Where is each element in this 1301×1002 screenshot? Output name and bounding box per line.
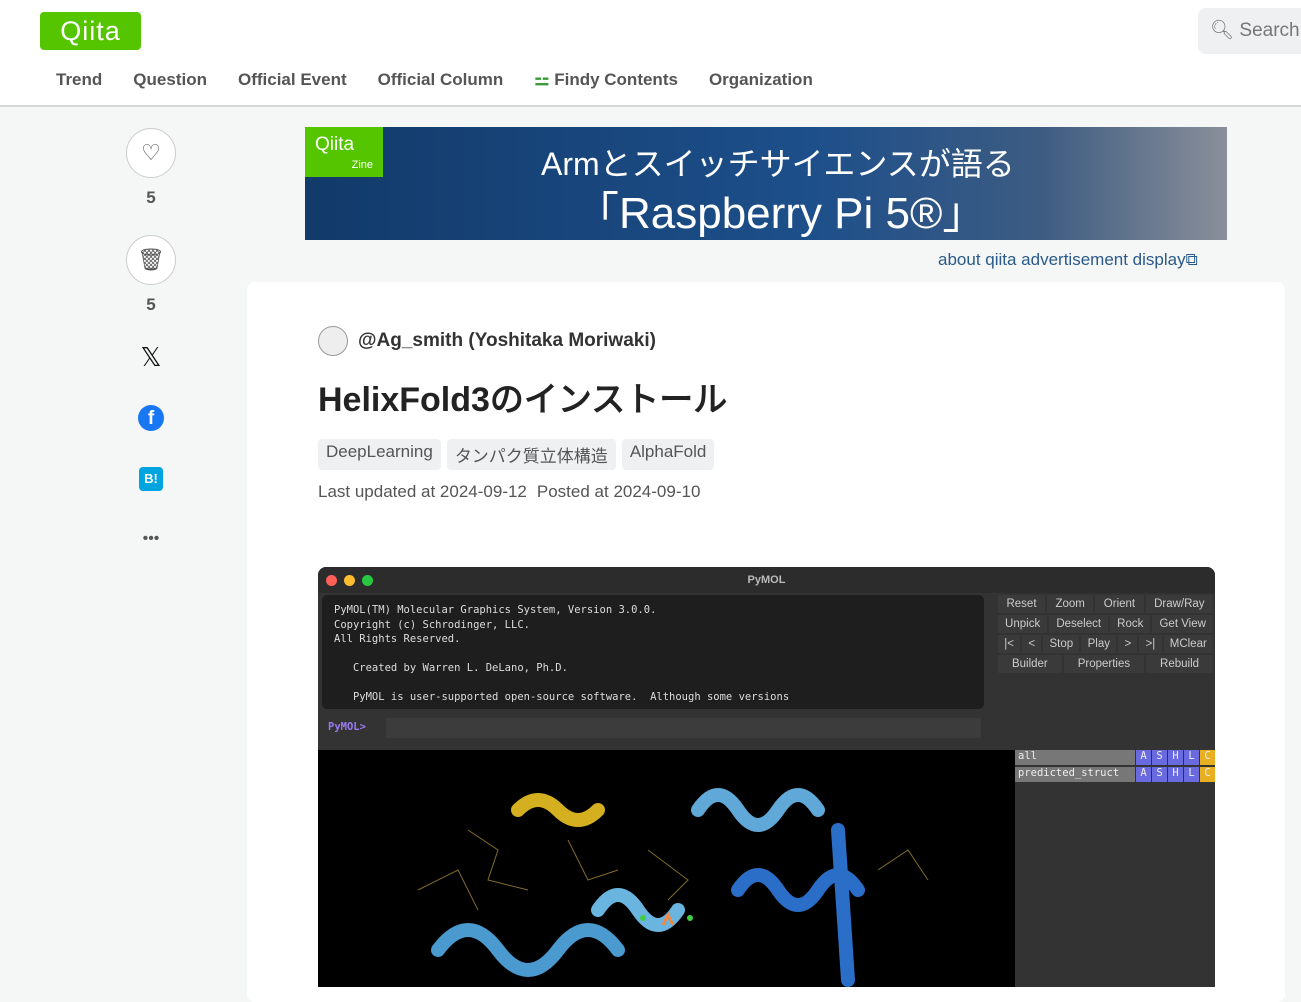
tag[interactable]: タンパク質立体構造 [446, 439, 616, 470]
search-input[interactable]: 🔍︎ Search [1198, 8, 1301, 54]
main-nav: Trend Question Official Event Official C… [56, 70, 813, 90]
updated-date: Last updated at 2024-09-12 [318, 482, 527, 501]
avatar [318, 326, 348, 356]
nav-trend[interactable]: Trend [56, 70, 102, 90]
pymol-command-input [386, 718, 981, 738]
nav-question[interactable]: Question [133, 70, 207, 90]
pymol-prompt: PyMOL> [328, 721, 366, 733]
signpost-icon: ⚍ [534, 70, 550, 89]
pymol-object-panel: all A S H L C predicted_struct A S H L C [1015, 750, 1215, 987]
search-icon: 🔍︎ [1210, 20, 1235, 41]
author[interactable]: @Ag_smith (Yoshitaka Moriwaki) [318, 326, 656, 356]
stock-icon: 🗑︎ [137, 247, 165, 272]
nav-official-event[interactable]: Official Event [238, 70, 347, 90]
more-icon[interactable]: ••• [126, 530, 176, 548]
facebook-wrap: f [126, 405, 176, 431]
tag-list: DeepLearning タンパク質立体構造 AlphaFold [318, 439, 715, 470]
stock-group: 🗑︎ 5 [126, 235, 176, 315]
like-button[interactable]: ♡ [126, 128, 176, 178]
search-placeholder: Search [1239, 20, 1300, 41]
stock-count: 5 [146, 295, 156, 314]
external-link-icon: ⧉ [1185, 250, 1198, 269]
pymol-console: PyMOL(TM) Molecular Graphics System, Ver… [322, 595, 984, 709]
qiita-zine-badge: Qiita Zine [305, 127, 383, 177]
facebook-icon[interactable]: f [138, 405, 164, 431]
posted-date: Posted at 2024-09-10 [536, 482, 701, 501]
article-title: HelixFold3のインストール [318, 381, 728, 419]
heart-icon: ♡ [141, 140, 161, 165]
object-row-all[interactable]: all A S H L C [1015, 750, 1215, 765]
header: Qiita 🔍︎ Search Trend Question Official … [0, 0, 1301, 107]
pymol-buttons: Reset Zoom Orient Draw/Ray Unpick Deselect Ro… [998, 595, 1214, 675]
like-count: 5 [146, 188, 156, 207]
nav-organization[interactable]: Organization [709, 70, 813, 90]
hatena-wrap: B! [126, 467, 176, 491]
tag[interactable]: AlphaFold [621, 439, 715, 470]
molecule-viewport [318, 750, 1015, 987]
author-name: @Ag_smith (Yoshitaka Moriwaki) [358, 330, 656, 351]
stock-button[interactable]: 🗑︎ [126, 235, 176, 285]
object-row-predicted-struct[interactable]: predicted_struct A S H L C [1015, 767, 1215, 782]
protein-structure-image [417, 788, 929, 987]
nav-findy-label: Findy Contents [554, 70, 678, 89]
tag[interactable]: DeepLearning [318, 439, 441, 470]
pymol-screenshot: PyMOL PyMOL(TM) Molecular Graphics Syste… [318, 567, 1215, 987]
ad-banner[interactable]: Qiita Zine Armとスイッチサイエンスが語る 「Raspberry Pi… [305, 127, 1227, 240]
nav-findy-contents[interactable]: ⚍ Findy Contents [534, 70, 678, 90]
like-group: ♡ 5 [126, 128, 176, 208]
nav-official-column[interactable]: Official Column [378, 70, 504, 90]
article-dates: Last updated at 2024-09-12 Posted at 2024… [318, 482, 710, 502]
hatena-bookmark-icon[interactable]: B! [139, 467, 163, 491]
qiita-logo[interactable]: Qiita [40, 12, 141, 50]
pymol-titlebar: PyMOL [318, 567, 1215, 593]
x-share-icon[interactable]: 𝕏 [126, 342, 176, 373]
banner-line2: 「Raspberry Pi 5®」 [575, 189, 987, 238]
ad-info-link[interactable]: about qiita advertisement display⧉ [938, 250, 1198, 270]
